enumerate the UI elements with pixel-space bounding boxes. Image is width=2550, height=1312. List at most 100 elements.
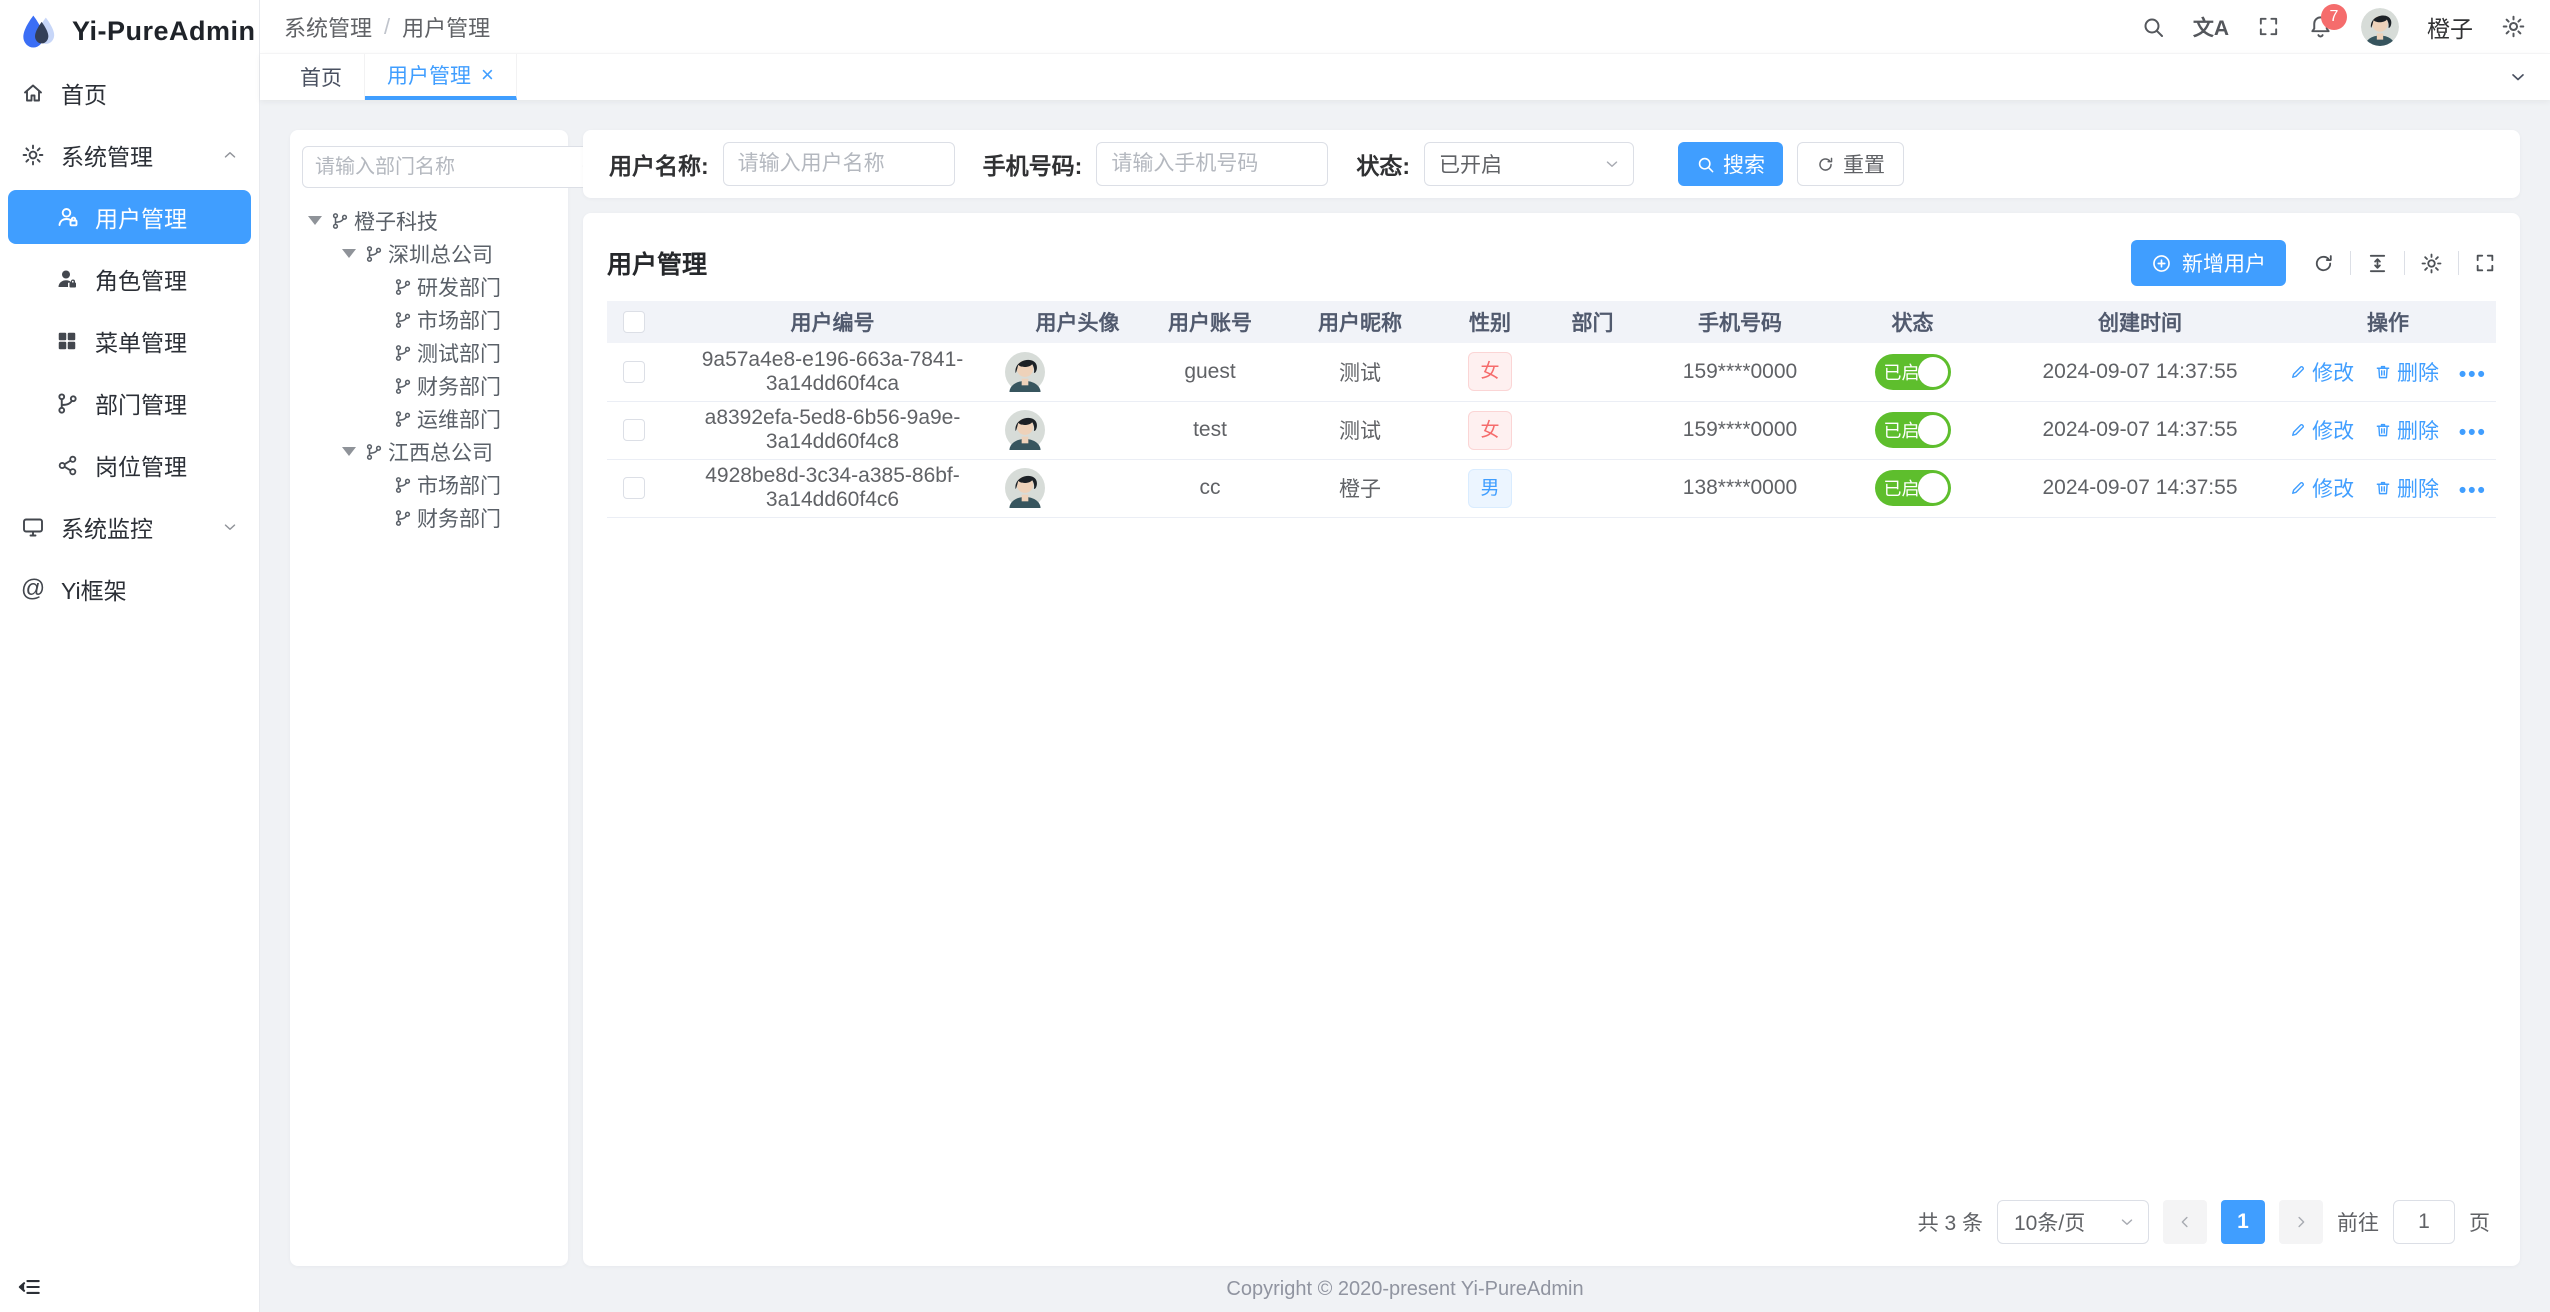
phone-filter-input[interactable] — [1096, 142, 1328, 186]
row-checkbox[interactable] — [623, 361, 645, 383]
breadcrumb-item: 用户管理 — [402, 11, 490, 43]
tab-home[interactable]: 首页 — [278, 54, 365, 100]
account-cell: guest — [1150, 343, 1270, 401]
status-toggle[interactable]: 已启用 — [1875, 354, 1951, 390]
sidebar-item-framework[interactable]: @ Yi框架 — [0, 558, 259, 620]
prev-page-button[interactable] — [2163, 1200, 2207, 1244]
row-checkbox[interactable] — [623, 477, 645, 499]
sidebar-item-posts[interactable]: 岗位管理 — [0, 434, 259, 496]
page-number-button[interactable]: 1 — [2221, 1200, 2265, 1244]
refresh-icon — [1816, 155, 1835, 174]
page-size-value: 10条/页 — [2014, 1207, 2085, 1237]
tree-node[interactable]: 财务部门 — [302, 501, 556, 534]
user-id-cell: a8392efa-5ed8-6b56-9a9e-3a14dd60f4c8 — [660, 401, 1005, 459]
monitor-icon — [20, 515, 46, 539]
sidebar-item-label: 岗位管理 — [95, 448, 187, 482]
settings-gear-icon[interactable] — [2501, 14, 2526, 39]
department-search-input[interactable] — [315, 156, 580, 179]
sidebar-item-menus[interactable]: 菜单管理 — [0, 310, 259, 372]
app-logo[interactable]: Yi-PureAdmin — [0, 0, 259, 62]
git-branch-icon — [331, 212, 349, 230]
table-fullscreen-icon[interactable] — [2474, 252, 2496, 274]
tree-node[interactable]: 研发部门 — [302, 270, 556, 303]
delete-button[interactable]: 删除 — [2374, 357, 2439, 387]
column-settings-gear-icon[interactable] — [2420, 252, 2443, 275]
tree-node[interactable]: 江西总公司 — [302, 435, 556, 468]
tree-node[interactable]: 市场部门 — [302, 303, 556, 336]
sidebar-item-system[interactable]: 系统管理 — [0, 124, 259, 186]
goto-page-input[interactable] — [2393, 1200, 2455, 1244]
user-table-card: 用户管理 新增用户 — [583, 213, 2520, 1266]
tree-node[interactable]: 运维部门 — [302, 402, 556, 435]
search-button[interactable]: 搜索 — [1678, 142, 1783, 186]
more-actions-button[interactable]: ••• — [2459, 479, 2487, 503]
sidebar-item-label: 用户管理 — [95, 200, 187, 234]
git-branch-icon — [365, 443, 383, 461]
tab-user-management[interactable]: 用户管理 × — [365, 54, 517, 100]
sidebar-item-home[interactable]: 首页 — [0, 62, 259, 124]
git-branch-icon — [394, 311, 412, 329]
translate-icon[interactable]: 文A — [2193, 12, 2229, 42]
search-icon[interactable] — [2141, 15, 2165, 39]
user-avatar[interactable] — [2361, 8, 2399, 46]
next-page-button[interactable] — [2279, 1200, 2323, 1244]
caret-down-icon[interactable] — [342, 249, 356, 258]
delete-button[interactable]: 删除 — [2374, 415, 2439, 445]
sidebar-item-users[interactable]: 用户管理 — [8, 190, 251, 244]
pencil-icon — [2289, 479, 2307, 497]
sidebar-item-label: 首页 — [61, 76, 107, 110]
more-actions-button[interactable]: ••• — [2459, 363, 2487, 387]
account-cell: cc — [1150, 459, 1270, 517]
breadcrumb-item[interactable]: 系统管理 — [284, 11, 372, 43]
add-user-button[interactable]: 新增用户 — [2131, 240, 2286, 286]
density-icon[interactable] — [2366, 252, 2389, 275]
refresh-icon[interactable] — [2312, 252, 2335, 275]
topbar-actions: 文A 7 橙子 — [2141, 8, 2526, 46]
tree-node[interactable]: 财务部门 — [302, 369, 556, 402]
app-title: Yi-PureAdmin — [72, 16, 256, 47]
home-icon — [20, 81, 46, 105]
edit-button[interactable]: 修改 — [2289, 473, 2354, 503]
row-checkbox[interactable] — [623, 419, 645, 441]
user-avatar — [1005, 468, 1150, 508]
tree-node[interactable]: 测试部门 — [302, 336, 556, 369]
username-filter-input[interactable] — [723, 142, 955, 186]
caret-down-icon[interactable] — [308, 216, 322, 225]
column-header: 部门 — [1530, 301, 1655, 343]
column-header: 用户编号 — [660, 301, 1005, 343]
account-cell: test — [1150, 401, 1270, 459]
department-search-field[interactable] — [302, 146, 611, 188]
page-size-select[interactable]: 10条/页 — [1997, 1200, 2149, 1244]
edit-button[interactable]: 修改 — [2289, 415, 2354, 445]
fullscreen-icon[interactable] — [2257, 15, 2280, 38]
nickname-cell: 测试 — [1270, 401, 1450, 459]
pagination-total: 共 3 条 — [1918, 1207, 1983, 1237]
tree-node[interactable]: 深圳总公司 — [302, 237, 556, 270]
more-actions-button[interactable]: ••• — [2459, 421, 2487, 445]
username[interactable]: 橙子 — [2427, 10, 2473, 44]
status-select[interactable]: 已开启 — [1424, 142, 1634, 186]
column-header: 用户昵称 — [1270, 301, 1450, 343]
tree-node[interactable]: 橙子科技 — [302, 204, 556, 237]
close-icon[interactable]: × — [481, 64, 494, 86]
breadcrumb: 系统管理 / 用户管理 — [284, 11, 490, 43]
department-cell — [1530, 343, 1655, 401]
git-branch-icon — [394, 476, 412, 494]
notification-bell-icon[interactable]: 7 — [2308, 14, 2333, 39]
git-branch-icon — [394, 410, 412, 428]
caret-down-icon[interactable] — [342, 447, 356, 456]
status-toggle[interactable]: 已启用 — [1875, 470, 1951, 506]
edit-button[interactable]: 修改 — [2289, 357, 2354, 387]
sidebar-collapse-icon[interactable] — [16, 1274, 42, 1300]
delete-button[interactable]: 删除 — [2374, 473, 2439, 503]
git-branch-icon — [365, 245, 383, 263]
sidebar-item-roles[interactable]: 角色管理 — [0, 248, 259, 310]
status-toggle[interactable]: 已启用 — [1875, 412, 1951, 448]
tree-node[interactable]: 市场部门 — [302, 468, 556, 501]
select-all-checkbox[interactable] — [623, 311, 645, 333]
sidebar-item-monitor[interactable]: 系统监控 — [0, 496, 259, 558]
reset-button[interactable]: 重置 — [1797, 142, 1904, 186]
sidebar-item-departments[interactable]: 部门管理 — [0, 372, 259, 434]
share-nodes-icon — [54, 454, 80, 477]
tab-menu-chevron-icon[interactable] — [2486, 54, 2550, 100]
